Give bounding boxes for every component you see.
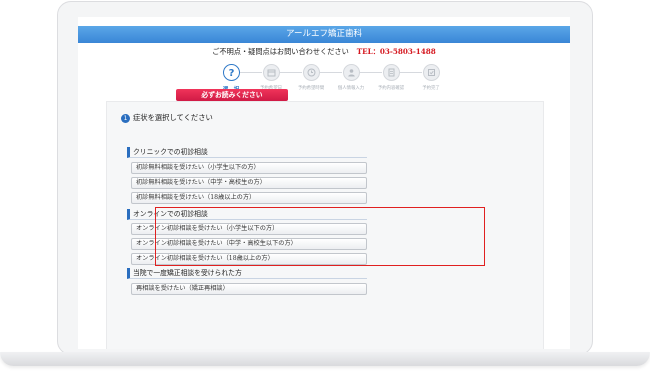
step-personal: 個人情報入力	[331, 64, 371, 91]
group-heading-returning: 当院で一度矯正相談を受けられた方	[127, 268, 367, 279]
option-clinic-adult[interactable]: 初診無料相談を受けたい（18歳以上の方）	[131, 192, 367, 204]
option-online-adult[interactable]: オンライン初診相談を受けたい（18歳以上の方）	[131, 253, 367, 265]
option-reconsultation[interactable]: 再相談を受けたい（矯正再相談）	[131, 283, 367, 295]
clock-icon	[302, 64, 320, 81]
step-label: 予約完了	[422, 86, 440, 91]
question-title: 1 症状を選択してください	[121, 113, 213, 123]
step-confirm: 予約内容確認	[371, 64, 411, 91]
step-label: 予約内容確認	[377, 86, 405, 91]
step-time: 予約希望時間	[291, 64, 331, 91]
svg-text:?: ?	[228, 68, 234, 78]
step-complete: 予約完了	[411, 64, 451, 91]
must-read-button[interactable]: 必ずお読みください	[176, 89, 288, 101]
step-date: 予約希望日	[251, 64, 291, 91]
option-online-junior-high[interactable]: オンライン初診相談を受けたい（中学・高校生以下の方）	[131, 238, 367, 250]
question-icon: ?	[222, 64, 240, 81]
step-label: 個人情報入力	[337, 86, 365, 91]
check-icon	[422, 64, 440, 81]
contact-tel[interactable]: TEL：03-5803-1488	[357, 47, 436, 56]
person-icon	[342, 64, 360, 81]
contact-text: ご不明点・疑問点はお問い合わせください	[212, 47, 349, 56]
option-clinic-elementary[interactable]: 初診無料相談を受けたい（小学生以下の方）	[131, 162, 367, 174]
option-online-elementary[interactable]: オンライン初診相談を受けたい（小学生以下の方）	[131, 223, 367, 235]
laptop-base	[0, 352, 650, 366]
calendar-icon	[262, 64, 280, 81]
question-number-badge: 1	[121, 113, 130, 123]
document-icon	[382, 64, 400, 81]
step-label: 予約希望時間	[297, 86, 325, 91]
option-clinic-junior-high[interactable]: 初診無料相談を受けたい（中学・高校生の方）	[131, 177, 367, 189]
window-title: アールエフ矯正歯科	[78, 26, 570, 43]
question-text: 症状を選択してください	[133, 113, 213, 122]
group-heading-online: オンラインでの初診相談	[127, 209, 367, 220]
group-heading-clinic: クリニックでの初診相談	[127, 147, 367, 158]
contact-line: ご不明点・疑問点はお問い合わせください TEL：03-5803-1488	[78, 47, 570, 57]
